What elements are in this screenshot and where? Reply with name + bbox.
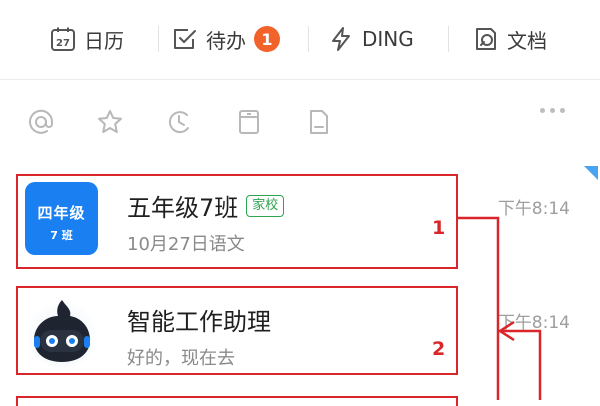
highlight-box-1 bbox=[16, 174, 458, 269]
chat-time: 下午8:14 bbox=[497, 313, 570, 333]
svg-text:27: 27 bbox=[56, 38, 70, 49]
calendar-icon: 27 bbox=[50, 26, 76, 52]
calendar-label: 日历 bbox=[84, 28, 124, 53]
lightning-icon bbox=[328, 26, 354, 52]
toolbar-divider bbox=[448, 26, 449, 52]
quick-icon-row bbox=[0, 80, 600, 164]
top-toolbar: 27 日历 待办 1 DING 文档 bbox=[0, 0, 600, 80]
todo-label: 待办 bbox=[206, 28, 246, 53]
at-icon[interactable] bbox=[26, 107, 56, 137]
document-icon bbox=[473, 26, 499, 52]
more-icon[interactable] bbox=[540, 108, 565, 113]
annotation-label-1: 1 bbox=[432, 217, 446, 239]
toolbar-divider bbox=[158, 26, 159, 52]
chat-time: 下午8:14 bbox=[497, 199, 570, 219]
calendar-button[interactable]: 27 日历 bbox=[50, 22, 124, 56]
todo-button[interactable]: 待办 1 bbox=[172, 22, 280, 56]
docs-button[interactable]: 文档 bbox=[473, 22, 547, 56]
todo-check-icon bbox=[172, 26, 198, 52]
toolbar-divider bbox=[308, 26, 309, 52]
highlight-box-3 bbox=[16, 396, 458, 406]
ding-label: DING bbox=[362, 27, 414, 51]
ding-button[interactable]: DING bbox=[328, 22, 414, 56]
star-icon[interactable] bbox=[95, 107, 125, 137]
clock-icon[interactable] bbox=[164, 107, 194, 137]
file-icon[interactable] bbox=[304, 107, 334, 137]
archive-icon[interactable] bbox=[234, 107, 264, 137]
highlight-box-2 bbox=[16, 286, 458, 375]
docs-label: 文档 bbox=[507, 28, 547, 53]
annotation-label-2: 2 bbox=[432, 338, 446, 360]
todo-count-badge: 1 bbox=[254, 26, 280, 52]
